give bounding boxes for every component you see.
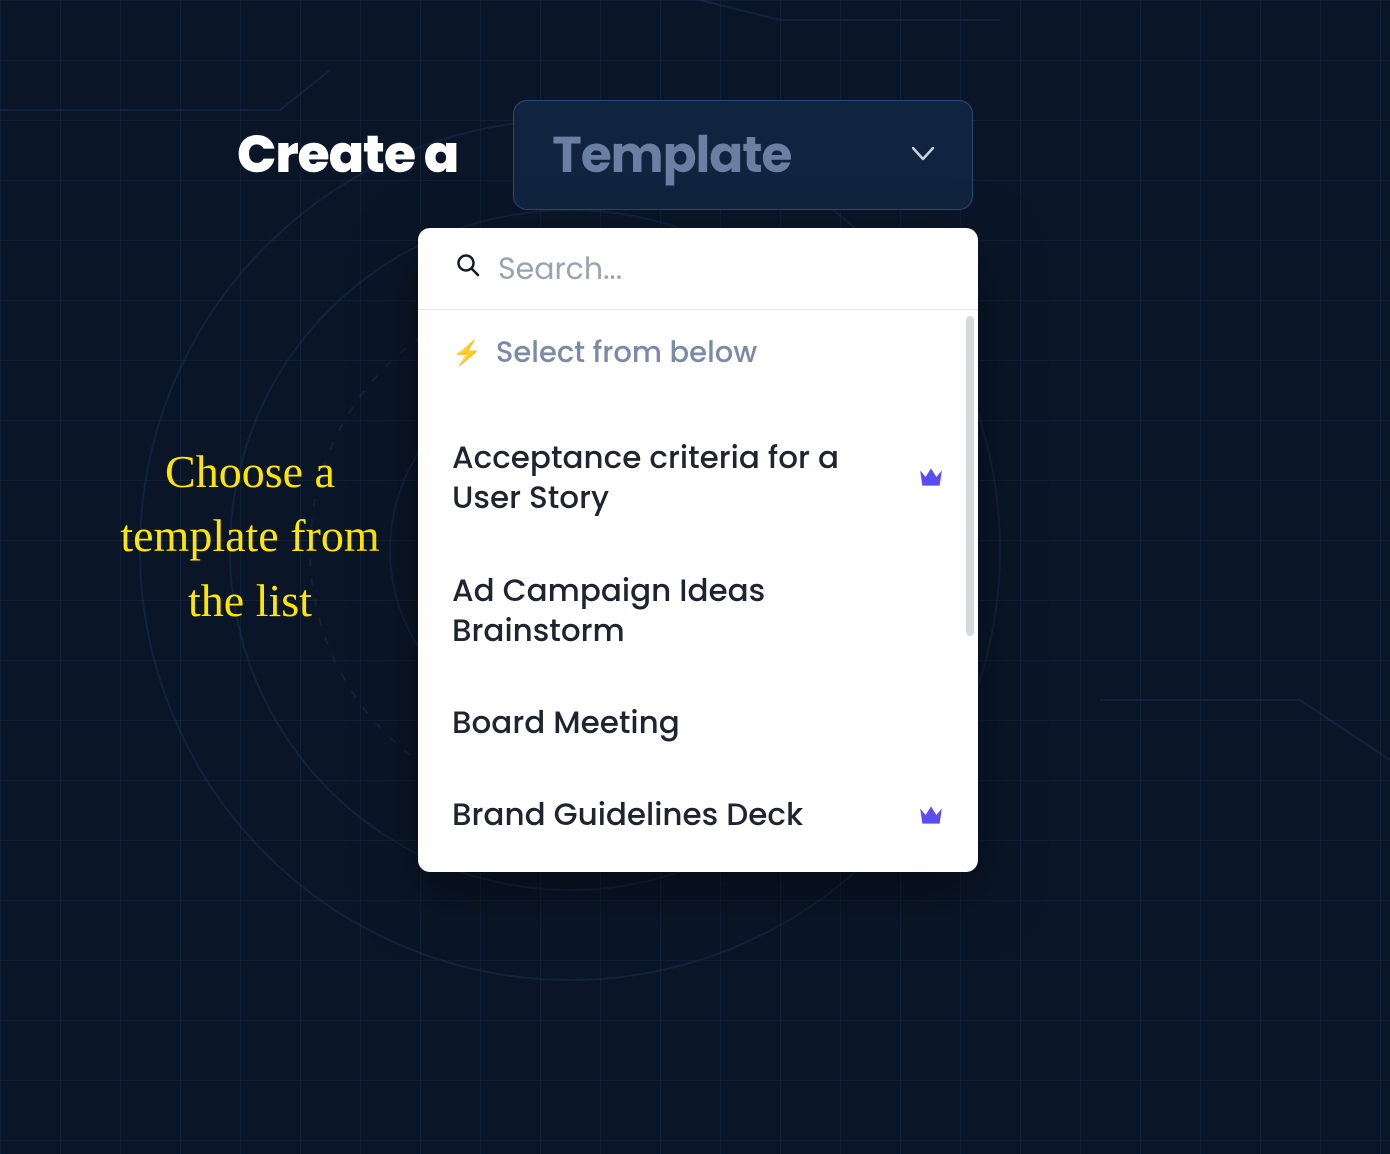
template-item-label: Brand Guidelines Deck bbox=[452, 794, 900, 834]
chevron-down-icon bbox=[912, 143, 934, 168]
heading-row: Create a Template bbox=[237, 100, 973, 210]
crown-icon bbox=[918, 804, 944, 826]
search-icon bbox=[456, 253, 480, 284]
heading-prefix: Create a bbox=[237, 116, 458, 194]
crown-icon bbox=[918, 466, 944, 488]
template-dropdown-label: Template bbox=[552, 117, 791, 193]
annotation-callout: Choose a template from the list bbox=[110, 440, 390, 633]
hint-text: Select from below bbox=[496, 332, 757, 375]
template-dropdown-trigger[interactable]: Template bbox=[513, 100, 973, 210]
template-item-board-meeting[interactable]: Board Meeting bbox=[452, 676, 944, 768]
search-row bbox=[418, 228, 978, 310]
template-item-ad-campaign[interactable]: Ad Campaign Ideas Brainstorm bbox=[452, 544, 944, 677]
template-item-label: Acceptance criteria for a User Story bbox=[452, 437, 900, 518]
scrollbar[interactable] bbox=[966, 316, 974, 636]
template-list-container: ⚡ Select from below Acceptance criteria … bbox=[418, 310, 978, 872]
template-item-brand-style-guide[interactable]: Brand Style Guide bbox=[452, 861, 944, 872]
bolt-icon: ⚡ bbox=[452, 336, 482, 371]
search-input[interactable] bbox=[498, 246, 978, 292]
template-item-acceptance-criteria[interactable]: Acceptance criteria for a User Story bbox=[452, 411, 944, 544]
template-dropdown-panel: ⚡ Select from below Acceptance criteria … bbox=[418, 228, 978, 872]
template-item-label: Board Meeting bbox=[452, 702, 900, 742]
template-item-brand-guidelines[interactable]: Brand Guidelines Deck bbox=[452, 768, 944, 860]
template-item-label: Ad Campaign Ideas Brainstorm bbox=[452, 570, 900, 651]
hint-row: ⚡ Select from below bbox=[452, 332, 944, 375]
